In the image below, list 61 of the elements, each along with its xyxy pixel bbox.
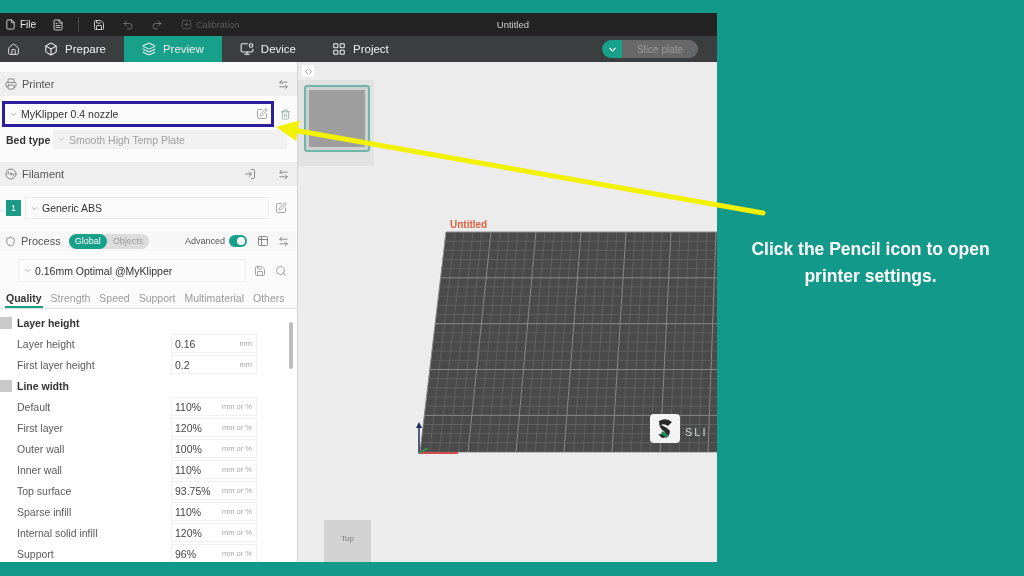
setting-label: First layer height — [17, 358, 96, 371]
disc-icon — [5, 168, 17, 180]
edit-icon[interactable] — [256, 108, 268, 120]
group-icon — [0, 316, 12, 329]
setting-label: Layer height — [17, 337, 76, 350]
grid-icon — [332, 42, 346, 56]
printer-icon — [5, 78, 17, 90]
shield-icon — [5, 235, 16, 247]
bed-type-label: Bed type — [6, 133, 52, 146]
logo-text: SLI — [685, 426, 708, 438]
nav-tab[interactable]: Prepare — [26, 36, 124, 62]
setting-label: Default — [17, 400, 52, 413]
setting-label: Outer wall — [17, 442, 66, 455]
plate-name: Untitled — [450, 219, 488, 230]
section-title: Process — [21, 235, 61, 247]
process-preset-dropdown[interactable]: 0.16mm Optimal @MyKlipper — [18, 259, 246, 282]
logo-icon — [650, 414, 680, 443]
swap-icon[interactable] — [278, 235, 289, 247]
setting-label: Support — [17, 547, 55, 560]
printer-preset-dropdown[interactable]: MyKlipper 0.4 nozzle — [5, 104, 256, 124]
file-icon — [5, 19, 16, 30]
slice-dropdown[interactable] — [602, 40, 622, 58]
section-title: Filament — [22, 168, 65, 180]
undo-icon[interactable] — [122, 18, 135, 31]
window-title: Untitled — [496, 19, 529, 30]
collapse-icon[interactable] — [302, 65, 314, 77]
setting-label: Inner wall — [17, 463, 63, 476]
setting-label: Internal solid infill — [17, 526, 99, 539]
monitor-icon — [239, 42, 254, 56]
redo-icon[interactable] — [151, 18, 164, 31]
group-icon — [0, 379, 12, 392]
group-title: Layer height — [17, 316, 80, 329]
square-plus-icon — [181, 19, 193, 30]
setting-label: Top surface — [17, 484, 73, 497]
document-icon[interactable] — [52, 18, 65, 31]
nav-tab[interactable]: Project — [314, 36, 407, 62]
layers-icon — [141, 42, 156, 56]
trash-icon[interactable] — [280, 108, 291, 120]
advanced-switch[interactable] — [229, 235, 247, 247]
plate-thumbnail[interactable] — [304, 85, 370, 152]
group-title: Line width — [17, 379, 69, 392]
nav-tab[interactable]: Device — [221, 36, 314, 62]
enter-icon[interactable] — [244, 168, 256, 180]
advanced-label: Advanced — [184, 236, 225, 246]
file-menu[interactable]: File — [5, 19, 37, 30]
cube-icon — [44, 42, 58, 56]
swap-icon[interactable] — [278, 168, 289, 180]
setting-label: Sparse infill — [17, 505, 73, 518]
home-icon[interactable] — [6, 42, 20, 56]
filament-preset-dropdown[interactable]: Generic ABS — [25, 197, 269, 219]
section-title: Printer — [22, 78, 55, 90]
callout-text: Click the Pencil icon to open printer settings. — [750, 238, 991, 288]
axes-icon — [416, 422, 460, 456]
search-icon[interactable] — [275, 264, 287, 277]
table-icon[interactable] — [257, 235, 269, 247]
chevron-down-icon — [23, 266, 32, 275]
scrollbar[interactable] — [289, 322, 293, 369]
swap-icon[interactable] — [278, 78, 289, 90]
setting-label: First layer — [17, 421, 65, 434]
chevron-down-icon — [57, 135, 66, 144]
edit-icon[interactable] — [275, 202, 287, 214]
